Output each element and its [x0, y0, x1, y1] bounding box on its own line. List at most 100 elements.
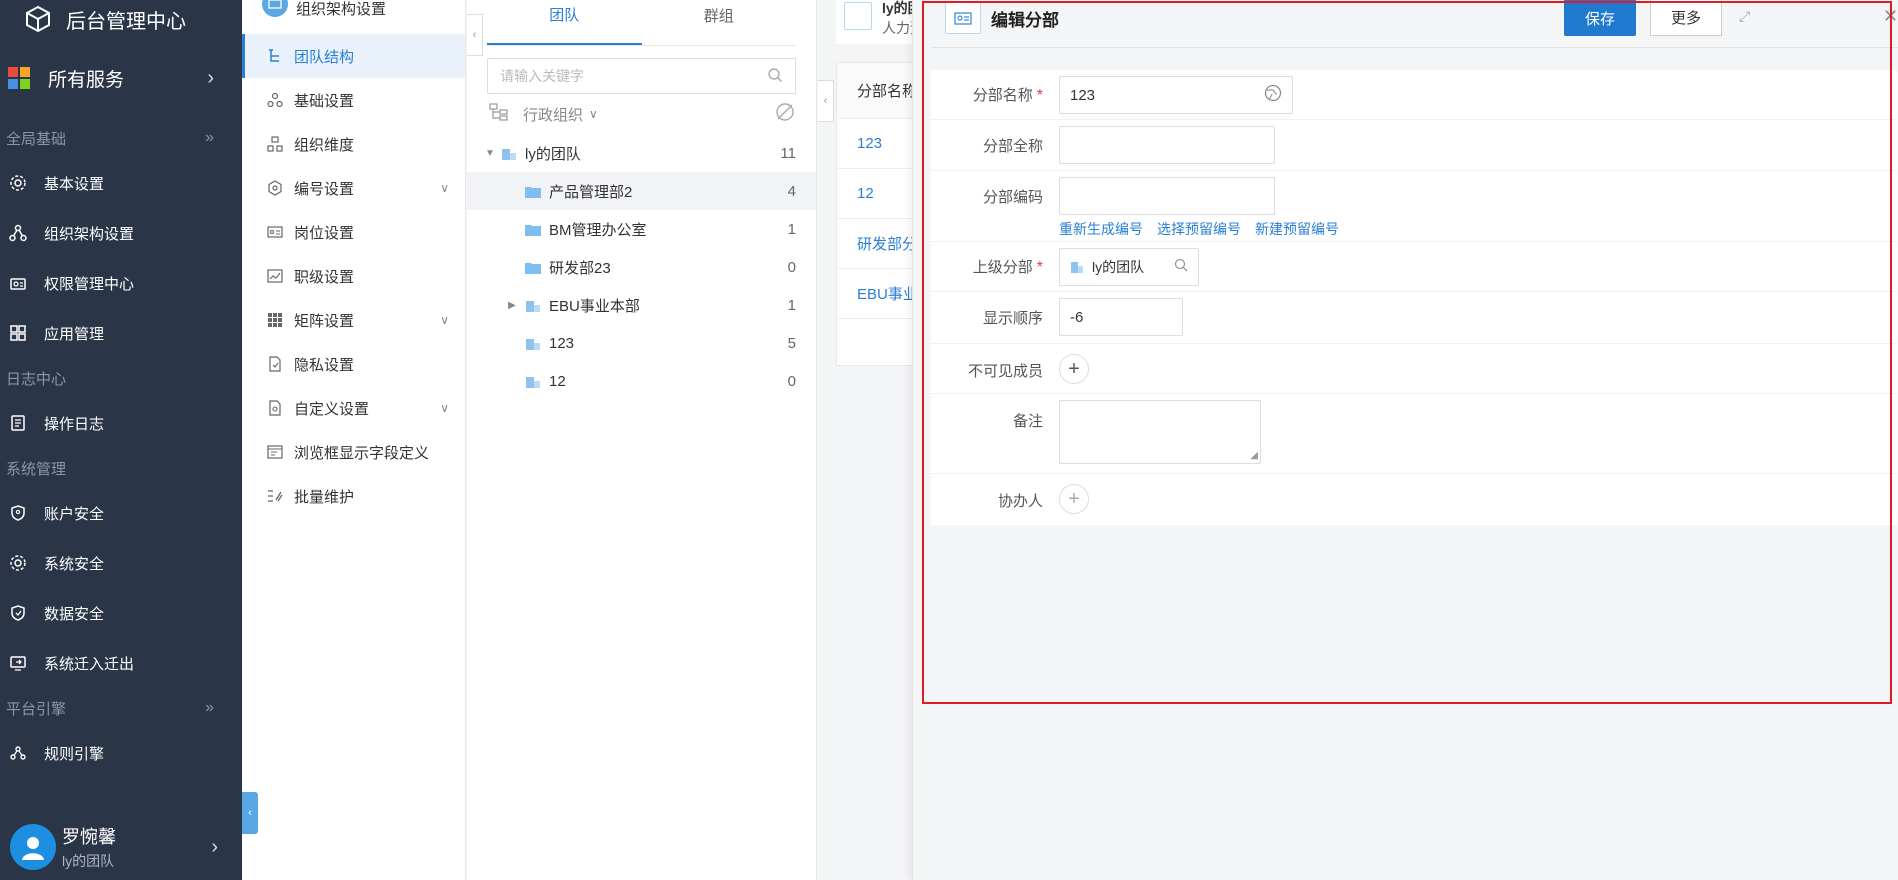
log-icon — [8, 413, 28, 433]
sidebar-group-header[interactable]: 平台引擎 » — [0, 688, 242, 728]
tree-structure-icon — [266, 47, 284, 65]
sidebar-item-system-migration[interactable]: 系统迁入迁出 — [0, 638, 242, 688]
org-type-selector[interactable]: 行政组织 ∨ — [467, 94, 816, 134]
tree-node[interactable]: BM管理办公室 1 — [467, 210, 816, 248]
nav-item-org-dimension[interactable]: 组织维度 — [242, 122, 465, 166]
code-field[interactable] — [1059, 177, 1275, 215]
tree-node-count: 0 — [787, 258, 796, 276]
nav-item-team-structure[interactable]: 团队结构 — [242, 34, 465, 78]
tree-search-input[interactable] — [500, 68, 767, 84]
sidebar-item-system-security[interactable]: 系统安全 — [0, 538, 242, 588]
field-label: 备注 — [1012, 413, 1043, 430]
sidebar-item-label: 数据安全 — [44, 605, 105, 623]
caret-down-icon[interactable]: ▼ — [483, 148, 497, 159]
field-label: 分部全称 — [982, 138, 1043, 155]
nav-item-browse-field-definition[interactable]: 浏览框显示字段定义 — [242, 430, 465, 474]
avatar — [10, 824, 56, 870]
parent-value: ly的团队 — [1092, 259, 1145, 275]
nav-item-batch-maintenance[interactable]: 批量维护 — [242, 474, 465, 518]
close-icon[interactable]: ✕ — [1883, 6, 1898, 27]
sidebar-item-data-security[interactable]: 数据安全 — [0, 588, 242, 638]
search-icon[interactable] — [767, 67, 783, 86]
caret-right-icon[interactable]: ▶ — [505, 300, 519, 311]
nav-item-label: 批量维护 — [294, 488, 355, 506]
more-button[interactable]: 更多 — [1650, 0, 1722, 36]
name-field[interactable]: 123 — [1059, 76, 1293, 114]
sidebar-item-label: 操作日志 — [44, 415, 105, 433]
subcompany-list-panel: ‹ ly的团 人力资 分部名称 123 12 研发部分 EBU事业 — [818, 0, 936, 880]
sidebar-item-permission-center[interactable]: 权限管理中心 — [0, 258, 242, 308]
company-card-icon — [844, 2, 872, 30]
tree-node[interactable]: 123 5 — [467, 324, 816, 362]
search-icon[interactable] — [1174, 258, 1188, 276]
nav-item-label: 矩阵设置 — [294, 312, 355, 330]
nav-item-rank-settings[interactable]: 职级设置 — [242, 254, 465, 298]
custom-doc-icon — [266, 399, 284, 417]
expand-icon[interactable]: ⤢ — [1739, 8, 1750, 25]
shield-icon — [8, 503, 28, 523]
nodes-icon — [266, 91, 284, 109]
dimension-icon — [266, 135, 284, 153]
tab-team[interactable]: 团队 — [487, 0, 642, 45]
sidebar-item-app-management[interactable]: 应用管理 — [0, 308, 242, 358]
chevron-down-icon: ∨ — [440, 401, 449, 415]
shield-icon — [8, 603, 28, 623]
display-order-field[interactable]: -6 — [1059, 298, 1183, 336]
resize-grip-icon[interactable]: ◢ — [1250, 450, 1258, 461]
tree-node[interactable]: 12 0 — [467, 362, 816, 400]
save-button[interactable]: 保存 — [1564, 0, 1636, 36]
tree-node[interactable]: 研发部23 0 — [467, 248, 816, 286]
tab-group[interactable]: 群组 — [642, 0, 797, 45]
nav-item-custom-settings[interactable]: 自定义设置 ∨ — [242, 386, 465, 430]
double-chevron-icon: » — [205, 129, 214, 146]
chevron-down-icon: ∨ — [589, 107, 598, 121]
remark-textarea[interactable]: ◢ — [1059, 400, 1261, 464]
form-row-name: 分部名称 * 123 — [931, 70, 1897, 120]
nav-item-basic-settings[interactable]: 基础设置 — [242, 78, 465, 122]
parent-field[interactable]: ly的团队 — [1059, 248, 1199, 286]
nav-item-label: 浏览框显示字段定义 — [294, 444, 430, 462]
list-collapse-handle[interactable]: ‹ — [818, 80, 834, 122]
nav-item-position-settings[interactable]: 岗位设置 — [242, 210, 465, 254]
globe-icon[interactable] — [1264, 84, 1282, 106]
new-reserved-code-link[interactable]: 新建预留编号 — [1255, 219, 1339, 239]
field-label: 显示顺序 — [982, 310, 1043, 327]
sidebar-collapse-handle[interactable]: ‹ — [242, 792, 258, 834]
rank-chart-icon — [266, 267, 284, 285]
all-services-label: 所有服务 — [48, 69, 125, 91]
nav-item-matrix-settings[interactable]: 矩阵设置 ∨ — [242, 298, 465, 342]
form-row-order: 显示顺序 -6 — [931, 292, 1897, 344]
all-services-button[interactable]: 所有服务 › — [0, 38, 242, 118]
fullname-field[interactable] — [1059, 126, 1275, 164]
matrix-icon — [266, 311, 284, 329]
batch-icon — [266, 487, 284, 505]
nav-item-privacy-settings[interactable]: 隐私设置 — [242, 342, 465, 386]
tree-node[interactable]: ▶ EBU事业本部 1 — [467, 286, 816, 324]
sidebar-group-header[interactable]: 全局基础 » — [0, 118, 242, 158]
tree-node-label: EBU事业本部 — [549, 297, 640, 315]
tree-node-count: 1 — [787, 296, 796, 314]
tree-node-count: 4 — [787, 182, 796, 200]
regenerate-code-link[interactable]: 重新生成编号 — [1059, 219, 1143, 239]
nav-item-numbering-settings[interactable]: 编号设置 ∨ — [242, 166, 465, 210]
org-settings-icon — [262, 0, 288, 17]
sidebar-item-basic-settings[interactable]: 基本设置 — [0, 158, 242, 208]
sidebar-item-rule-engine[interactable]: 规则引擎 — [0, 728, 242, 778]
chevron-right-icon: › — [207, 66, 214, 89]
sidebar-item-label: 应用管理 — [44, 325, 105, 343]
field-label: 协办人 — [997, 493, 1043, 510]
add-assistant-button[interactable]: + — [1059, 484, 1089, 514]
add-invisible-member-button[interactable]: + — [1059, 354, 1089, 384]
tree-node[interactable]: 产品管理部2 4 — [467, 172, 816, 210]
user-profile[interactable]: 罗惋馨 ly的团队 › — [0, 814, 242, 880]
hide-icon[interactable] — [774, 101, 796, 127]
form-row-code: 分部编码 重新生成编号 选择预留编号 新建预留编号 — [931, 171, 1897, 242]
sidebar-item-org-settings[interactable]: 组织架构设置 — [0, 208, 242, 258]
tree-collapse-handle[interactable]: ‹ — [467, 14, 483, 56]
tree-node[interactable]: ▼ ly的团队 11 — [467, 134, 816, 172]
sidebar-item-operation-log[interactable]: 操作日志 — [0, 398, 242, 448]
app-root: 后台管理中心 所有服务 › 全局基础 » 基本设置 组织架构设置 权限管理中心 — [0, 0, 1898, 880]
nav-item-label: 职级设置 — [294, 268, 355, 286]
sidebar-item-account-security[interactable]: 账户安全 — [0, 488, 242, 538]
select-reserved-code-link[interactable]: 选择预留编号 — [1157, 219, 1241, 239]
